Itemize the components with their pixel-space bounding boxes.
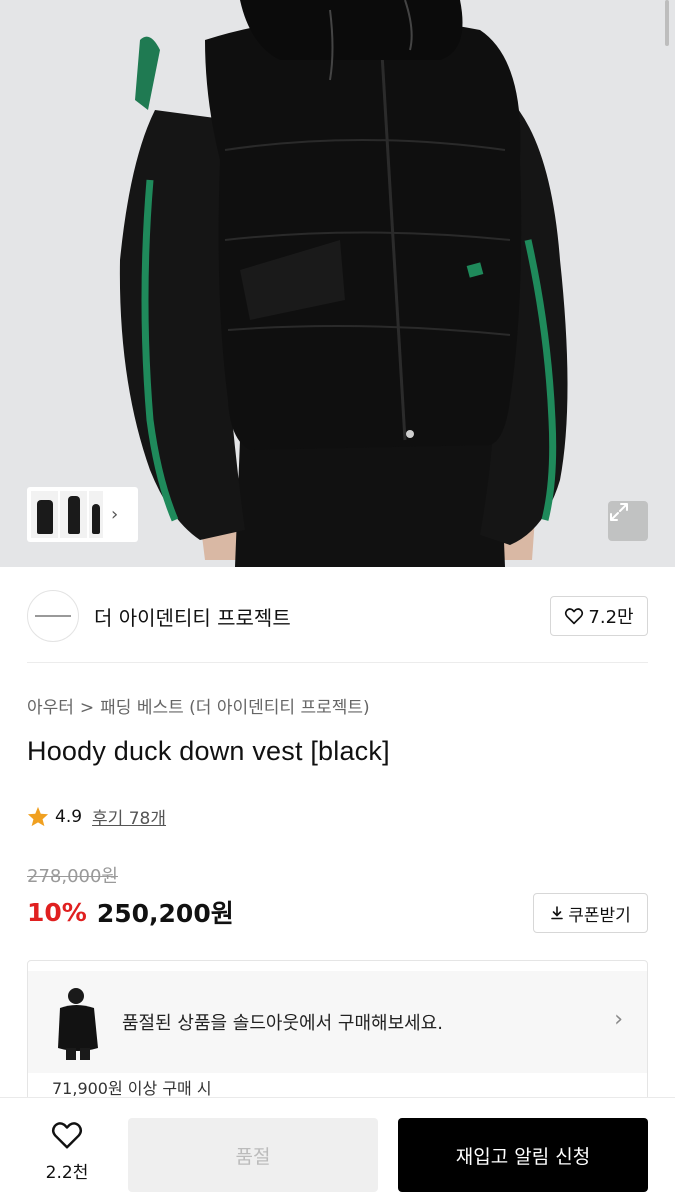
soldout-banner[interactable]: 품절된 상품을 솔드아웃에서 구매해보세요. ›: [28, 971, 647, 1073]
scrollbar[interactable]: [665, 0, 669, 46]
benefit-text: 71,900원 이상 구매 시: [52, 1079, 212, 1098]
chevron-right-icon: ›: [614, 1007, 623, 1032]
rating: 4.9 후기 78개: [27, 804, 166, 829]
star-icon: [27, 806, 49, 827]
brand-row: 더 아이덴티티 프로젝트 7.2만: [27, 588, 648, 644]
brand-name[interactable]: 더 아이덴티티 프로젝트: [94, 602, 291, 631]
product-title: Hoody duck down vest [black]: [27, 736, 390, 766]
soldout-banner-text: 품절된 상품을 솔드아웃에서 구매해보세요.: [122, 1013, 443, 1034]
thumbnail-3[interactable]: [89, 491, 103, 538]
breadcrumb-category[interactable]: 아우터: [27, 698, 74, 718]
heart-icon: [51, 1122, 83, 1149]
heart-icon: [565, 608, 584, 625]
breadcrumb: 아우터 > 패딩 베스트 (더 아이덴티티 프로젝트): [27, 693, 370, 718]
product-photo: [0, 0, 675, 567]
rating-score: 4.9: [55, 806, 83, 827]
price-row: 10% 250,200원: [27, 894, 234, 930]
wish-button[interactable]: 2.2천: [27, 1120, 107, 1183]
thumbnail-1[interactable]: [31, 491, 58, 538]
soldout-button[interactable]: 품절: [128, 1118, 378, 1192]
product-image[interactable]: ›: [0, 0, 675, 567]
brand-logo[interactable]: [27, 590, 79, 642]
expand-icon: [610, 503, 628, 521]
coupon-button[interactable]: 쿠폰받기: [533, 893, 648, 933]
discount-rate: 10%: [27, 897, 87, 927]
brand-like-count: 7.2만: [588, 607, 634, 628]
breadcrumb-subcategory[interactable]: 패딩 베스트 (더 아이덴티티 프로젝트): [100, 698, 369, 718]
chevron-right-icon[interactable]: ›: [111, 504, 118, 525]
breadcrumb-separator: >: [79, 698, 95, 718]
thumbnail-2[interactable]: [60, 491, 87, 538]
wish-count: 2.2천: [45, 1163, 89, 1183]
coupon-label: 쿠폰받기: [568, 905, 631, 926]
restock-alert-button[interactable]: 재입고 알림 신청: [398, 1118, 648, 1192]
thumbnail-strip[interactable]: ›: [27, 487, 138, 542]
download-icon: [551, 906, 564, 920]
original-price: 278,000원: [27, 866, 118, 887]
sale-price: 250,200원: [96, 899, 234, 928]
brand-like-button[interactable]: 7.2만: [550, 596, 648, 636]
banner-product-image: [52, 982, 104, 1062]
review-link[interactable]: 후기 78개: [92, 804, 166, 829]
divider: [27, 662, 648, 663]
expand-button[interactable]: [608, 501, 648, 541]
info-box: 품절된 상품을 솔드아웃에서 구매해보세요. › 71,900원 이상 구매 시: [27, 960, 648, 1110]
bottom-action-bar: 2.2천 품절 재입고 알림 신청: [0, 1097, 675, 1200]
